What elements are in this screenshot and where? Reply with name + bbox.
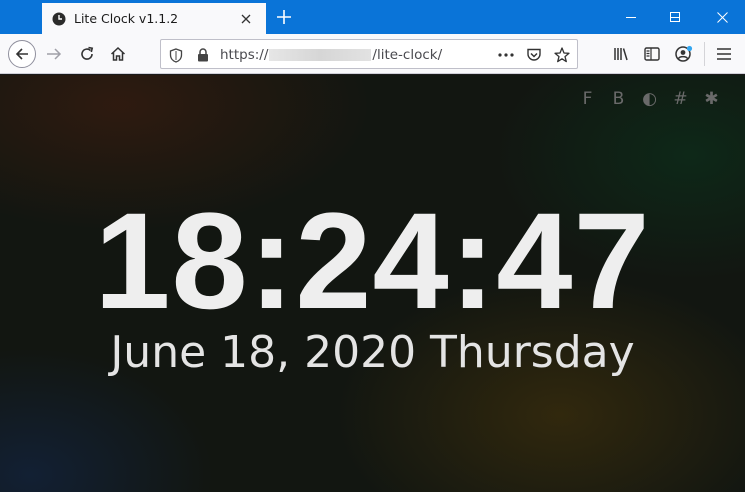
- clock-time: 18:24:47: [94, 185, 651, 338]
- shield-icon[interactable]: [167, 46, 185, 64]
- clock-date: June 18, 2020 Thursday: [110, 327, 635, 378]
- minimize-button[interactable]: [608, 0, 653, 34]
- back-button[interactable]: [7, 39, 37, 69]
- navigation-bar: https:// /lite-clock/: [0, 34, 745, 74]
- arrow-left-icon: [8, 40, 36, 68]
- more-icon[interactable]: [497, 46, 515, 64]
- clock-toolbar: F B ◐ # ✱: [572, 88, 727, 110]
- address-bar[interactable]: https:// /lite-clock/: [160, 39, 578, 69]
- library-icon[interactable]: [606, 39, 636, 69]
- bold-button[interactable]: B: [603, 88, 634, 110]
- arrow-right-icon[interactable]: [39, 39, 69, 69]
- toolbar-separator: [704, 42, 705, 66]
- window-close-icon[interactable]: [700, 0, 745, 34]
- hash-button[interactable]: #: [665, 88, 696, 110]
- plus-icon[interactable]: [272, 5, 296, 29]
- close-icon[interactable]: [234, 7, 258, 31]
- sidebar-icon[interactable]: [637, 39, 667, 69]
- url-redacted: [269, 49, 372, 61]
- menu-icon[interactable]: [709, 39, 739, 69]
- url-path: /lite-clock/: [372, 47, 443, 63]
- lock-icon[interactable]: [194, 46, 212, 64]
- font-button[interactable]: F: [572, 88, 603, 110]
- star-icon[interactable]: [553, 46, 571, 64]
- maximize-icon[interactable]: [652, 0, 697, 34]
- tab-title: Lite Clock v1.1.2: [74, 11, 179, 26]
- account-icon[interactable]: [669, 39, 699, 69]
- theme-icon[interactable]: ◐: [634, 88, 665, 110]
- url-text[interactable]: https:// /lite-clock/: [220, 47, 442, 63]
- url-prefix: https://: [220, 47, 269, 63]
- clock-page: F B ◐ # ✱ 18:24:47 June 18, 2020 Thursda…: [0, 75, 745, 492]
- home-icon[interactable]: [103, 39, 133, 69]
- clock-icon: [52, 12, 66, 26]
- browser-tab[interactable]: Lite Clock v1.1.2: [42, 3, 266, 34]
- reload-icon[interactable]: [72, 39, 102, 69]
- settings-icon[interactable]: ✱: [696, 88, 727, 110]
- pocket-icon[interactable]: [525, 46, 543, 64]
